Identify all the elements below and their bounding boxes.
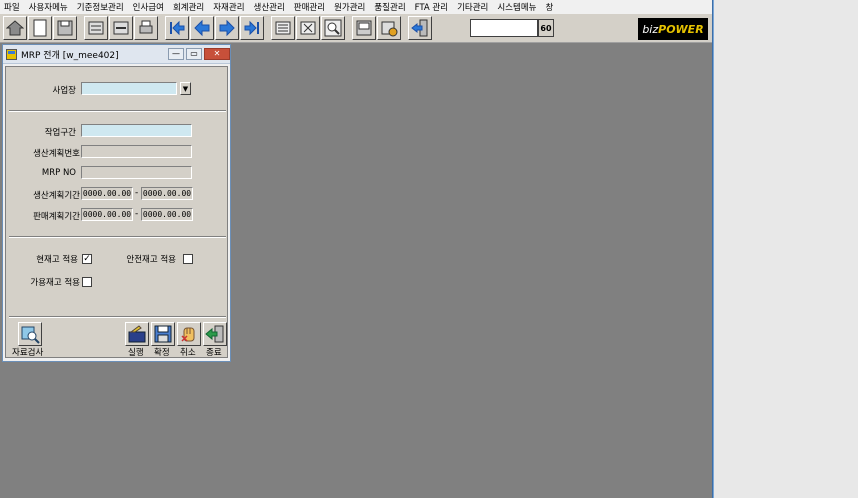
brand-logo: biz POWER bbox=[638, 18, 708, 40]
exit-icon[interactable] bbox=[408, 16, 432, 40]
home-icon[interactable] bbox=[3, 16, 27, 40]
new-document-icon[interactable] bbox=[28, 16, 52, 40]
mrp-no-label: MRP NO bbox=[41, 168, 76, 178]
menu-item[interactable]: 창 bbox=[545, 1, 553, 13]
toolbar: 60 biz POWER bbox=[0, 14, 712, 43]
sort-icon[interactable] bbox=[271, 16, 295, 40]
menu-item[interactable]: FTA 관리 bbox=[415, 1, 448, 13]
menu-item[interactable]: 판매관리 bbox=[294, 1, 325, 13]
search-icon[interactable] bbox=[321, 16, 345, 40]
work-section-input[interactable] bbox=[81, 124, 192, 137]
menu-item[interactable]: 기준정보관리 bbox=[77, 1, 124, 13]
business-site-label: 사업장 bbox=[52, 86, 76, 96]
sales-period-dash: - bbox=[135, 209, 139, 219]
data-check-button[interactable] bbox=[18, 322, 42, 346]
confirm-button[interactable] bbox=[151, 322, 175, 346]
sales-period-label: 판매계획기간 bbox=[33, 212, 80, 222]
window-titlebar[interactable]: MRP 전개 [w_mee402] — ▭ ✕ bbox=[3, 45, 230, 64]
menu-item[interactable]: 인사급여 bbox=[133, 1, 164, 13]
brand-suffix: POWER bbox=[658, 22, 704, 36]
exit-door-icon bbox=[205, 325, 224, 343]
sales-period-from[interactable]: 0000.00.00 bbox=[81, 208, 133, 221]
run-label: 실행 bbox=[128, 348, 144, 358]
print-icon[interactable] bbox=[134, 16, 158, 40]
mrp-window: MRP 전개 [w_mee402] — ▭ ✕ 사업장 ▼ 작업구간 생산계획번… bbox=[2, 44, 231, 362]
save-icon[interactable] bbox=[53, 16, 77, 40]
available-stock-checkbox[interactable] bbox=[82, 277, 92, 287]
plan-period-to[interactable]: 0000.00.00 bbox=[141, 187, 193, 200]
sales-period-to[interactable]: 0000.00.00 bbox=[141, 208, 193, 221]
exit-label: 종료 bbox=[206, 348, 222, 358]
current-stock-label: 현재고 적용 bbox=[36, 255, 78, 265]
excel-export-icon[interactable] bbox=[377, 16, 401, 40]
menu-item[interactable]: 기타관리 bbox=[457, 1, 488, 13]
divider bbox=[9, 236, 226, 238]
menu-item[interactable]: 원가관리 bbox=[334, 1, 365, 13]
menu-item[interactable]: 파일 bbox=[4, 1, 20, 13]
mrp-form: 사업장 ▼ 작업구간 생산계획번호 MRP NO 생산계획기간 0000.00.… bbox=[5, 66, 228, 358]
safety-stock-checkbox[interactable] bbox=[183, 254, 193, 264]
floppy-save-icon bbox=[154, 325, 172, 343]
work-section-label: 작업구간 bbox=[44, 128, 76, 138]
menu-item[interactable]: 생산관리 bbox=[254, 1, 285, 13]
confirm-label: 확정 bbox=[154, 348, 170, 358]
mdi-workspace: 파일 사용자메뉴 기준정보관리 인사급여 회계관리 자재관리 생산관리 판매관리 원가관리 품질관… bbox=[0, 0, 713, 498]
plan-period-label: 생산계획기간 bbox=[33, 191, 80, 201]
plan-no-input[interactable] bbox=[81, 145, 192, 158]
business-site-select[interactable] bbox=[81, 82, 177, 95]
close-button[interactable]: ✕ bbox=[204, 48, 230, 60]
menu-item[interactable]: 시스템메뉴 bbox=[497, 1, 536, 13]
plan-period-dash: - bbox=[135, 188, 139, 198]
data-check-label: 자료검사 bbox=[12, 348, 44, 358]
delete-row-icon[interactable] bbox=[109, 16, 133, 40]
chevron-down-icon[interactable]: ▼ bbox=[180, 82, 191, 95]
zoom-input[interactable] bbox=[470, 19, 538, 37]
divider bbox=[9, 110, 226, 112]
window-app-icon bbox=[6, 48, 17, 60]
preview-icon[interactable] bbox=[352, 16, 376, 40]
plan-no-label: 생산계획번호 bbox=[33, 149, 80, 159]
next-record-icon[interactable] bbox=[215, 16, 239, 40]
divider bbox=[9, 316, 226, 318]
first-record-icon[interactable] bbox=[165, 16, 189, 40]
hand-cancel-icon bbox=[181, 327, 195, 342]
cancel-button[interactable] bbox=[177, 322, 201, 346]
last-record-icon[interactable] bbox=[240, 16, 264, 40]
menu-item[interactable]: 품질관리 bbox=[374, 1, 405, 13]
brand-prefix: biz bbox=[642, 22, 659, 36]
menu-item[interactable]: 회계관리 bbox=[173, 1, 204, 13]
menu-item[interactable]: 자재관리 bbox=[213, 1, 244, 13]
minimize-button[interactable]: — bbox=[168, 48, 184, 60]
menu-item[interactable]: 사용자메뉴 bbox=[29, 1, 68, 13]
run-button[interactable] bbox=[125, 322, 149, 346]
zoom-value[interactable]: 60 bbox=[538, 19, 554, 37]
restore-button[interactable]: ▭ bbox=[186, 48, 202, 60]
current-stock-checkbox[interactable]: ✓ bbox=[82, 254, 92, 264]
mrp-no-input[interactable] bbox=[81, 166, 192, 179]
menu-bar: 파일 사용자메뉴 기준정보관리 인사급여 회계관리 자재관리 생산관리 판매관리 원가관리 품질관… bbox=[0, 0, 712, 14]
run-icon bbox=[128, 325, 146, 343]
available-stock-label: 가용재고 적용 bbox=[30, 278, 80, 288]
safety-stock-label: 안전재고 적용 bbox=[126, 255, 176, 265]
window-title: MRP 전개 [w_mee402] bbox=[21, 50, 119, 61]
cancel-label: 취소 bbox=[180, 348, 196, 358]
right-panel bbox=[713, 0, 858, 498]
filter-icon[interactable] bbox=[296, 16, 320, 40]
exit-button[interactable] bbox=[203, 322, 227, 346]
insert-row-icon[interactable] bbox=[84, 16, 108, 40]
previous-record-icon[interactable] bbox=[190, 16, 214, 40]
plan-period-from[interactable]: 0000.00.00 bbox=[81, 187, 133, 200]
data-check-icon bbox=[21, 326, 40, 344]
